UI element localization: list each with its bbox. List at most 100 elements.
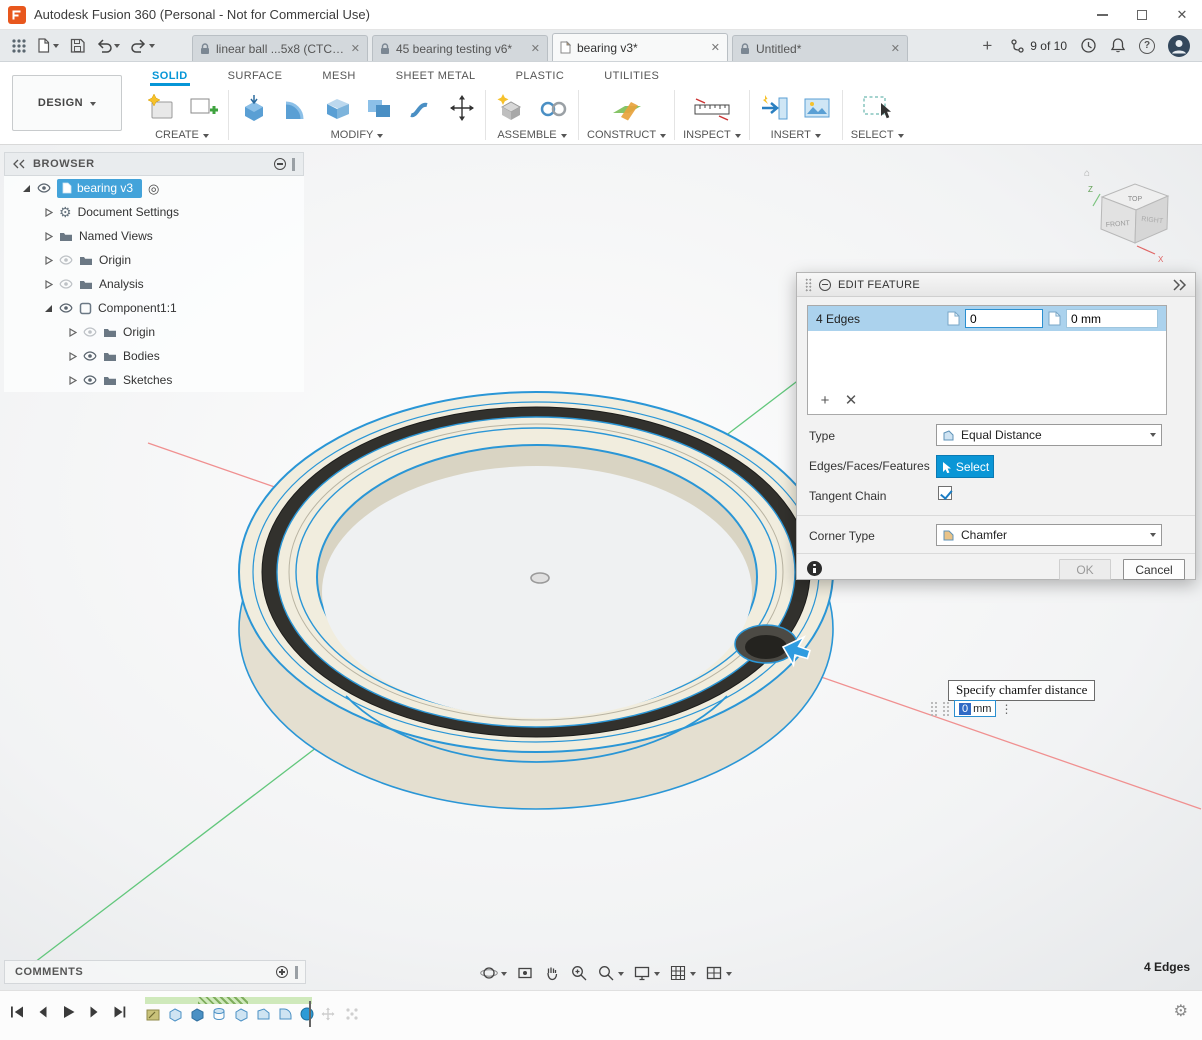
browser-header[interactable]: BROWSER	[4, 152, 304, 176]
select-tool-icon[interactable]	[859, 91, 895, 125]
visibility-eye-icon[interactable]	[59, 303, 73, 313]
tab-plastic[interactable]: PLASTIC	[514, 67, 567, 86]
viewports-button[interactable]	[705, 964, 732, 982]
workspace-selector[interactable]: DESIGN	[12, 75, 122, 131]
timeline-sketch-icon[interactable]	[145, 1006, 162, 1023]
group-label-select[interactable]: SELECT	[851, 129, 904, 141]
expanded-arrow-icon[interactable]	[22, 184, 31, 193]
panel-handle[interactable]	[295, 966, 298, 979]
visibility-eye-off-icon[interactable]	[83, 327, 97, 337]
select-button[interactable]: Select	[936, 455, 994, 478]
orbit-button[interactable]	[480, 964, 507, 982]
cancel-button[interactable]: Cancel	[1123, 559, 1185, 580]
move-copy-icon[interactable]	[447, 91, 477, 125]
fillet-icon[interactable]	[279, 91, 313, 125]
tangent-chain-checkbox[interactable]	[938, 486, 952, 500]
chamfer-value-input[interactable]	[965, 309, 1043, 328]
visibility-eye-off-icon[interactable]	[59, 279, 73, 289]
chamfer-inline-input-row[interactable]: 0 mm ⋮	[930, 700, 1012, 717]
comments-panel[interactable]: COMMENTS	[4, 960, 306, 984]
add-selection-button[interactable]: +	[814, 392, 836, 410]
timeline-extrude-icon[interactable]	[189, 1006, 206, 1023]
add-comment-icon[interactable]	[276, 966, 288, 978]
bearing-model[interactable]	[239, 392, 833, 809]
remove-selection-button[interactable]: ✕	[840, 392, 862, 410]
insert-derive-icon[interactable]	[758, 91, 792, 125]
dialog-header[interactable]: EDIT FEATURE	[797, 273, 1195, 297]
group-label-inspect[interactable]: INSPECT	[683, 129, 741, 141]
measure-icon[interactable]	[691, 91, 733, 125]
create-sketch-icon[interactable]	[186, 91, 220, 125]
group-label-insert[interactable]: INSERT	[771, 129, 821, 141]
display-settings-button[interactable]	[633, 964, 660, 982]
timeline-hole-icon[interactable]	[211, 1006, 228, 1023]
tree-item-root-bearing-v3[interactable]: bearing v3 ◎	[4, 176, 304, 200]
go-to-start-button[interactable]	[8, 1004, 25, 1020]
group-label-construct[interactable]: CONSTRUCT	[587, 129, 666, 141]
press-pull-icon[interactable]	[237, 91, 271, 125]
collapse-all-icon[interactable]	[274, 158, 286, 170]
go-to-end-button[interactable]	[111, 1004, 128, 1020]
tree-item-origin[interactable]: Origin	[4, 248, 304, 272]
tree-item-analysis[interactable]: Analysis	[4, 272, 304, 296]
combine-icon[interactable]	[363, 91, 397, 125]
tab-surface[interactable]: SURFACE	[226, 67, 285, 86]
timeline-extrude-icon[interactable]	[233, 1006, 250, 1023]
step-forward-button[interactable]	[86, 1004, 101, 1020]
drag-grip-icon[interactable]	[805, 278, 812, 292]
tree-item-bodies[interactable]: Bodies	[4, 344, 304, 368]
joint-icon[interactable]	[536, 91, 570, 125]
timeline-group-band[interactable]	[145, 997, 312, 1004]
selection-table[interactable]: 4 Edges + ✕	[807, 305, 1167, 415]
corner-type-dropdown[interactable]: Chamfer	[936, 524, 1162, 546]
visibility-eye-icon[interactable]	[83, 375, 97, 385]
tab-utilities[interactable]: UTILITIES	[602, 67, 661, 86]
timeline-pattern-icon[interactable]	[344, 1006, 361, 1023]
fit-button[interactable]	[597, 964, 624, 982]
panel-handle[interactable]	[292, 158, 295, 171]
new-component-icon[interactable]	[494, 91, 528, 125]
tree-item-component-origin[interactable]: Origin	[4, 320, 304, 344]
info-icon[interactable]	[807, 561, 822, 576]
create-form-icon[interactable]	[144, 91, 178, 125]
collapse-left-icon[interactable]	[13, 159, 25, 169]
shell-icon[interactable]	[321, 91, 355, 125]
collapse-dialog-icon[interactable]	[819, 279, 831, 291]
activate-target-icon[interactable]: ◎	[148, 182, 159, 195]
timeline-move-icon[interactable]	[320, 1006, 337, 1023]
timeline-extrude-icon[interactable]	[167, 1006, 184, 1023]
tab-sheet-metal[interactable]: SHEET METAL	[394, 67, 478, 86]
zoom-button[interactable]	[570, 964, 588, 982]
tree-item-named-views[interactable]: Named Views	[4, 224, 304, 248]
step-back-button[interactable]	[35, 1004, 50, 1020]
look-at-button[interactable]	[516, 964, 534, 982]
viewcube-top-label[interactable]: TOP	[1128, 196, 1143, 203]
timeline-fillet-icon[interactable]	[277, 1006, 294, 1023]
collapsed-arrow-icon[interactable]	[44, 232, 53, 241]
collapsed-arrow-icon[interactable]	[68, 352, 77, 361]
ok-button[interactable]: OK	[1059, 559, 1111, 580]
offset-face-icon[interactable]	[405, 91, 439, 125]
drag-grip-icon[interactable]	[942, 701, 950, 716]
collapsed-arrow-icon[interactable]	[44, 280, 53, 289]
collapsed-arrow-icon[interactable]	[68, 328, 77, 337]
play-button[interactable]	[60, 1004, 76, 1020]
expanded-arrow-icon[interactable]	[44, 304, 53, 313]
chamfer-distance-input[interactable]	[1066, 309, 1158, 328]
chamfer-distance-field[interactable]: 0 mm	[954, 700, 996, 717]
group-label-assemble[interactable]: ASSEMBLE	[497, 129, 566, 141]
dock-chevrons-icon[interactable]	[1172, 278, 1187, 292]
collapsed-arrow-icon[interactable]	[68, 376, 77, 385]
tab-mesh[interactable]: MESH	[320, 67, 357, 86]
selection-row[interactable]: 4 Edges	[808, 306, 1166, 331]
home-icon[interactable]: ⌂	[1084, 168, 1090, 179]
pan-button[interactable]	[543, 964, 561, 982]
collapsed-arrow-icon[interactable]	[44, 208, 53, 217]
construct-plane-icon[interactable]	[608, 91, 646, 125]
tab-solid[interactable]: SOLID	[150, 67, 190, 86]
timeline-form-icon[interactable]	[299, 1006, 316, 1023]
visibility-eye-off-icon[interactable]	[59, 255, 73, 265]
group-label-create[interactable]: CREATE	[155, 129, 209, 141]
group-label-modify[interactable]: MODIFY	[331, 129, 384, 141]
tree-item-sketches[interactable]: Sketches	[4, 368, 304, 392]
